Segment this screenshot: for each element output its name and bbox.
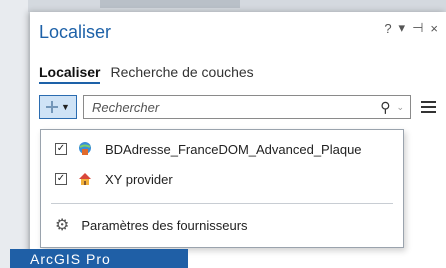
pane-tabs: Localiser Recherche de couches [39,64,254,84]
chevron-down-icon: ▼ [61,102,70,112]
provider-settings-label: Paramètres des fournisseurs [81,217,248,233]
search-input[interactable] [90,98,381,116]
help-icon[interactable]: ? [384,21,391,36]
search-toolbar: ▼ ⚲ ⌄ [39,94,436,120]
divider [51,203,393,204]
search-history-chevron-icon[interactable]: ⌄ [396,102,404,113]
tab-localiser[interactable]: Localiser [39,64,101,84]
pane-title: Localiser [39,22,112,42]
provider-label: BDAdresse_FranceDOM_Advanced_Plaque [105,141,362,157]
options-dropdown-icon[interactable]: ▾ [399,20,406,36]
globe-address-icon [77,141,93,157]
search-box: ⚲ ⌄ [83,95,411,119]
background-left [0,0,28,268]
providers-dropdown-button[interactable]: ▼ [39,95,77,119]
arcgis-pro-banner: ArcGIS Pro [10,249,188,268]
provider-settings-item[interactable]: ⚙ Paramètres des fournisseurs [41,212,403,238]
background-bar [100,0,240,8]
provider-label: XY provider [105,171,173,187]
gear-icon: ⚙ [55,217,70,234]
tab-recherche-de-couches[interactable]: Recherche de couches [110,64,253,84]
provider-item-xy[interactable]: ✓ XY provider [41,166,403,192]
locator-grid-icon [46,101,59,113]
provider-item-bdadresse[interactable]: ✓ BDAdresse_FranceDOM_Advanced_Plaque [41,136,403,162]
house-pin-icon [77,171,93,187]
close-icon[interactable]: × [430,21,438,36]
hamburger-menu-icon[interactable] [421,101,436,113]
provider-checkbox[interactable]: ✓ [55,143,67,155]
search-icon[interactable]: ⚲ [380,99,390,116]
pane-title-controls: ? ▾ ⊣ × [384,20,438,36]
provider-checkbox[interactable]: ✓ [55,173,67,185]
providers-dropdown-menu: ✓ BDAdresse_FranceDOM_Advanced_Plaque ✓ … [40,129,404,248]
pin-icon[interactable]: ⊣ [412,20,423,36]
banner-text: ArcGIS Pro [30,251,111,267]
